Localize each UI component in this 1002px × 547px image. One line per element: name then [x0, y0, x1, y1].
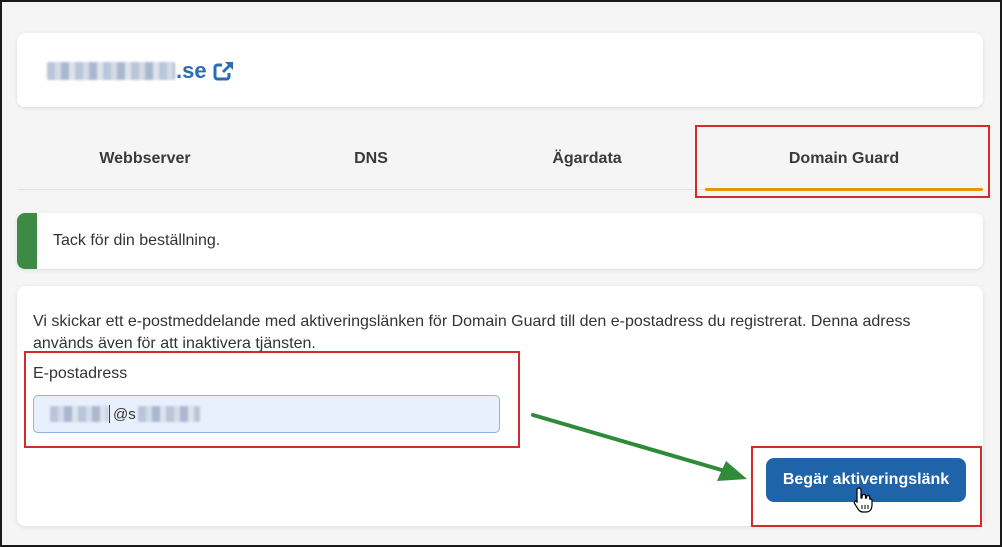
external-link-icon[interactable]	[213, 60, 235, 82]
success-alert: Tack för din beställning.	[17, 213, 983, 269]
tab-agardata[interactable]: Ägardata	[487, 128, 687, 190]
screenshot-frame: .se Webbserver DNS Ägardata Domain Guard…	[0, 0, 1002, 547]
email-local-blurred	[50, 406, 108, 422]
email-domain-blurred	[137, 406, 200, 422]
domain-guard-form-card: Vi skickar ett e-postmeddelande med akti…	[17, 286, 983, 526]
domain-header-card: .se	[17, 33, 983, 107]
domain-tabs: Webbserver DNS Ägardata Domain Guard	[17, 128, 983, 191]
domain-link[interactable]: .se	[33, 57, 235, 85]
tab-webbserver[interactable]: Webbserver	[45, 128, 245, 190]
info-text: Vi skickar ett e-postmeddelande med akti…	[33, 313, 911, 352]
tab-domain-guard[interactable]: Domain Guard	[705, 128, 983, 191]
alert-status-bar	[17, 213, 37, 269]
email-label: E-postadress	[33, 365, 128, 382]
request-activation-link-button[interactable]: Begär aktiveringslänk	[766, 458, 966, 502]
alert-message: Tack för din beställning.	[53, 232, 221, 249]
tab-dns[interactable]: DNS	[271, 128, 471, 190]
email-visible-part: @s	[113, 405, 136, 423]
email-field[interactable]: @s	[33, 395, 500, 433]
domain-tld[interactable]: .se	[176, 58, 207, 84]
domain-name-blurred	[47, 62, 175, 80]
text-caret	[109, 405, 110, 423]
